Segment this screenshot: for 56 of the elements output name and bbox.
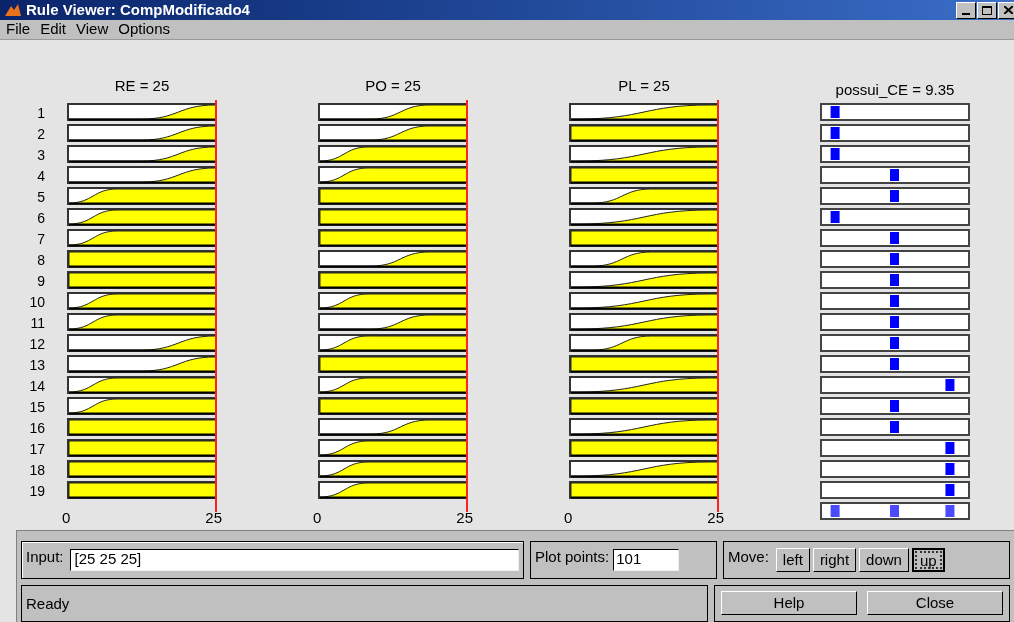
rule-number: 11	[30, 314, 45, 333]
input-variable-label: PL = 25	[618, 77, 670, 94]
window-title: Rule Viewer: CompModificado4	[26, 0, 250, 20]
rule-number: 19	[29, 482, 45, 501]
app-logo-icon	[4, 2, 22, 18]
menu-item[interactable]: Edit	[36, 18, 71, 41]
rule-number: 1	[37, 104, 45, 123]
input-label: Input:	[26, 546, 64, 567]
close-button[interactable]	[998, 1, 1014, 19]
axis-tick-label: 25	[707, 508, 724, 528]
input-variable-label: RE = 25	[114, 77, 170, 94]
rule-number: 15	[29, 398, 45, 417]
axis-tick-label: 25	[456, 508, 473, 528]
dialog-button[interactable]: Help	[721, 590, 857, 615]
rule-number: 14	[29, 377, 45, 396]
minimize-button[interactable]	[956, 1, 976, 19]
input-variable-label: PO = 25	[365, 77, 421, 94]
menu-item[interactable]: Options	[114, 18, 174, 41]
rule-number: 18	[29, 461, 45, 480]
plot-points-label: Plot points:	[535, 546, 610, 567]
rule-number: 7	[37, 230, 45, 249]
move-button[interactable]: right	[812, 547, 857, 572]
move-button[interactable]: left	[775, 547, 810, 572]
axis-tick-label: 25	[205, 508, 222, 528]
dialog-button[interactable]: Close	[867, 590, 1003, 615]
move-button[interactable]: down	[859, 547, 909, 572]
input-field[interactable]: [25 25 25]	[69, 548, 519, 571]
rule-number: 2	[37, 125, 45, 144]
minimize-icon	[962, 12, 970, 15]
rule-number: 12	[29, 335, 45, 354]
close-icon	[1003, 6, 1013, 14]
axis-tick-label: 0	[62, 508, 71, 528]
maximize-button[interactable]	[977, 1, 997, 19]
rule-number: 17	[29, 440, 45, 459]
input-value-line[interactable]	[215, 100, 217, 512]
move-label: Move:	[728, 546, 769, 567]
status-text: Ready	[26, 594, 70, 612]
axis-tick-label: 0	[313, 508, 322, 528]
rule-number: 3	[37, 146, 45, 165]
rule-number: 4	[37, 167, 45, 186]
axis-tick-label: 0	[564, 508, 573, 528]
menu-item[interactable]: File	[2, 18, 35, 41]
output-variable-label: possui_CE = 9.35	[835, 81, 955, 98]
rule-number: 10	[29, 293, 45, 312]
input-value-line[interactable]	[466, 100, 468, 512]
plot-points-field[interactable]: 101	[613, 548, 680, 571]
move-button[interactable]: up	[911, 547, 945, 572]
rule-number: 16	[29, 419, 45, 438]
rule-number: 13	[29, 356, 45, 375]
rule-number: 8	[37, 251, 45, 270]
rule-number: 5	[37, 188, 45, 207]
input-value-line[interactable]	[717, 100, 719, 512]
rule-number: 9	[37, 272, 45, 291]
maximize-icon	[982, 5, 992, 15]
rule-number: 6	[37, 209, 45, 228]
menu-item[interactable]: View	[72, 18, 113, 41]
